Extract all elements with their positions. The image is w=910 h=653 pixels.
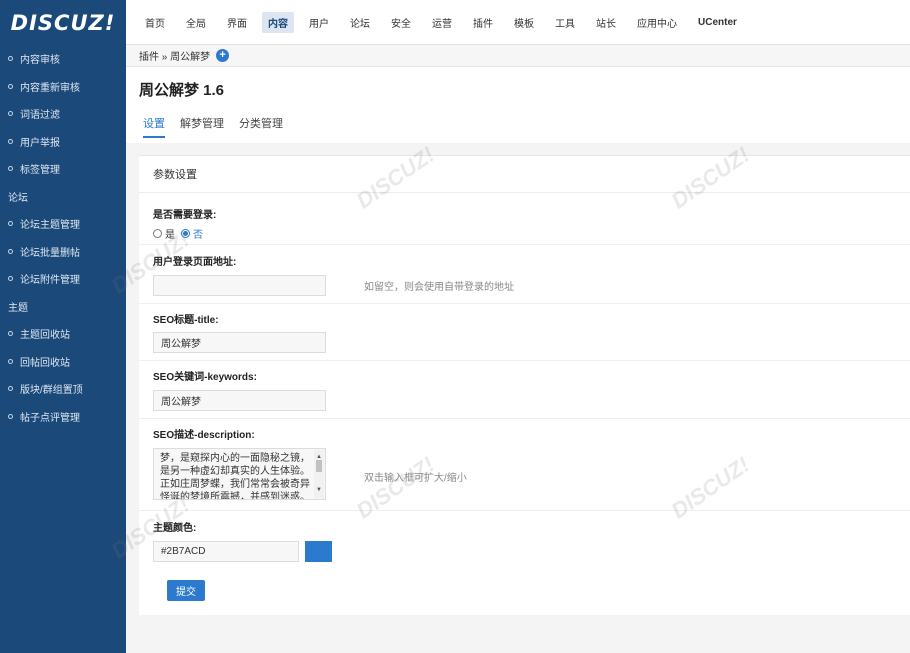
sidebar-item-label: 论坛主题管理	[20, 220, 80, 232]
sidebar-item[interactable]: 标签管理	[0, 155, 126, 183]
sidebar-item-label: 论坛	[8, 192, 28, 204]
nav-item[interactable]: 界面	[221, 12, 253, 33]
nav-item[interactable]: 全局	[180, 12, 212, 33]
sidebar-item-label: 主题	[8, 302, 28, 314]
login-url-input[interactable]	[153, 275, 326, 296]
nav-item[interactable]: 工具	[549, 12, 581, 33]
bullet-icon	[8, 331, 13, 337]
nav-item[interactable]: 模板	[508, 12, 540, 33]
main-content: 插件 » 周公解梦 + 周公解梦 1.6 设置 解梦管理 分类管理 参数设置 是…	[107, 45, 910, 653]
seo-description-label: SEO描述-description:	[153, 430, 255, 441]
discuz-logo[interactable]: DISCUZ!	[0, 0, 126, 45]
nav-item[interactable]: 站长	[590, 12, 622, 33]
nav-item[interactable]: 用户	[303, 12, 335, 33]
bullet-icon	[8, 83, 13, 89]
seo-description-hint: 双击输入框可扩大/缩小	[364, 473, 467, 484]
sidebar-item-label: 主题回收站	[20, 330, 70, 342]
seo-description-textarea[interactable]: 梦，是窥探内心的一面隐秘之镜，是另一种虚幻却真实的人生体验。正如庄周梦蝶，我们常…	[153, 448, 326, 500]
divider	[139, 244, 910, 245]
radio-yes[interactable]	[153, 229, 162, 238]
theme-color-label: 主题颜色:	[153, 523, 197, 534]
nav-item[interactable]: 安全	[385, 12, 417, 33]
sidebar-item[interactable]: 版块/群组置顶	[0, 375, 126, 403]
sidebar-item[interactable]: 内容审核	[0, 45, 126, 73]
sidebar-item-label: 内容审核	[20, 55, 60, 67]
sidebar-item[interactable]: 论坛主题管理	[0, 210, 126, 238]
nav-item[interactable]: 应用中心	[631, 12, 683, 33]
bullet-icon	[8, 358, 13, 364]
sidebar-item-label: 标签管理	[20, 165, 60, 177]
divider	[139, 510, 910, 511]
bullet-icon	[8, 276, 13, 282]
bullet-icon	[8, 111, 13, 117]
sidebar-item-label: 回帖回收站	[20, 357, 70, 369]
breadcrumb-text[interactable]: 插件 » 周公解梦	[139, 48, 210, 63]
nav-item[interactable]: 内容	[262, 12, 294, 33]
sidebar-item[interactable]: 用户举报	[0, 128, 126, 156]
sidebar-item-label: 帖子点评管理	[20, 412, 80, 424]
sidebar-item-label: 版块/群组置顶	[20, 385, 83, 397]
seo-keywords-label: SEO关键词-keywords:	[153, 372, 257, 383]
nav-item[interactable]: 插件	[467, 12, 499, 33]
bullet-icon	[8, 138, 13, 144]
radio-yes-label[interactable]: 是	[165, 226, 175, 241]
sidebar-item[interactable]: 内容重新审核	[0, 73, 126, 101]
page-title: 周公解梦 1.6	[139, 82, 225, 99]
tab-settings[interactable]: 设置	[143, 115, 165, 138]
nav-item[interactable]: 首页	[139, 12, 171, 33]
nav-item[interactable]: 论坛	[344, 12, 376, 33]
top-bar: DISCUZ! 首页 全局 界面 内容 用户 论坛 安全 运营 插件 模板 工具 站长 应用中心 UCen…	[0, 0, 910, 45]
tab-bar: 设置 解梦管理 分类管理	[143, 115, 298, 138]
sidebar-item-label: 论坛附件管理	[20, 275, 80, 287]
tab-dream-manage[interactable]: 解梦管理	[180, 115, 224, 138]
bullet-icon	[8, 386, 13, 392]
top-nav: 首页 全局 界面 内容 用户 论坛 安全 运营 插件 模板 工具 站长 应用中心 UCenter	[139, 0, 752, 45]
bullet-icon	[8, 221, 13, 227]
sidebar-item[interactable]: 论坛附件管理	[0, 265, 126, 293]
textarea-scrollbar[interactable]: ▲ ▼	[314, 450, 324, 498]
sidebar-item[interactable]: 主题回收站	[0, 320, 126, 348]
seo-keywords-input[interactable]: 周公解梦	[153, 390, 326, 411]
radio-no[interactable]	[181, 229, 190, 238]
sidebar-item-label: 词语过滤	[20, 110, 60, 122]
sidebar: 内容审核内容重新审核 词语过滤用户举报标签管理论坛论坛主题管理 论坛批量删帖 论坛附件…	[0, 45, 126, 653]
sidebar-item-label: 内容重新审核	[20, 82, 80, 94]
sidebar-group-label: 论坛	[0, 183, 126, 211]
nav-item[interactable]: UCenter	[692, 14, 743, 31]
sidebar-item-label: 论坛批量删帖	[20, 247, 80, 259]
sidebar-item[interactable]: 词语过滤	[0, 100, 126, 128]
bullet-icon	[8, 166, 13, 172]
breadcrumb: 插件 » 周公解梦 +	[126, 45, 910, 67]
bullet-icon	[8, 248, 13, 254]
divider	[139, 303, 910, 304]
scroll-thumb[interactable]	[316, 460, 322, 472]
bullet-icon	[8, 56, 13, 62]
submit-button[interactable]: 提交	[167, 580, 205, 601]
radio-no-label[interactable]: 否	[193, 226, 203, 241]
bullet-icon	[8, 413, 13, 419]
login-url-hint: 如留空，则会使用自带登录的地址	[364, 282, 514, 293]
sidebar-group-label: 主题	[0, 293, 126, 321]
page-header: 周公解梦 1.6 设置 解梦管理 分类管理	[126, 67, 910, 143]
sidebar-item[interactable]: 回帖回收站	[0, 348, 126, 376]
divider	[139, 418, 910, 419]
login-required-radios: 是 否	[153, 226, 209, 241]
sidebar-item[interactable]: 帖子点评管理	[0, 403, 126, 431]
sidebar-item-label: 用户举报	[20, 137, 60, 149]
divider	[139, 360, 910, 361]
seo-description-text: 梦，是窥探内心的一面隐秘之镜，是另一种虚幻却真实的人生体验。正如庄周梦蝶，我们常…	[160, 453, 310, 500]
color-picker-swatch[interactable]	[305, 541, 332, 562]
settings-panel: 参数设置 是否需要登录: 是 否 用户登录页面地址: 如留空，则会使用自带登录的…	[139, 155, 910, 615]
nav-item[interactable]: 运营	[426, 12, 458, 33]
login-url-label: 用户登录页面地址:	[153, 257, 237, 268]
theme-color-input[interactable]: #2B7ACD	[153, 541, 299, 562]
login-required-label: 是否需要登录:	[153, 210, 217, 221]
tab-category-manage[interactable]: 分类管理	[239, 115, 283, 138]
scroll-down-icon[interactable]: ▼	[316, 484, 322, 497]
seo-title-input[interactable]: 周公解梦	[153, 332, 326, 353]
panel-title: 参数设置	[139, 156, 910, 193]
sidebar-item[interactable]: 论坛批量删帖	[0, 238, 126, 266]
add-icon[interactable]: +	[216, 49, 230, 62]
seo-title-label: SEO标题-title:	[153, 315, 219, 326]
